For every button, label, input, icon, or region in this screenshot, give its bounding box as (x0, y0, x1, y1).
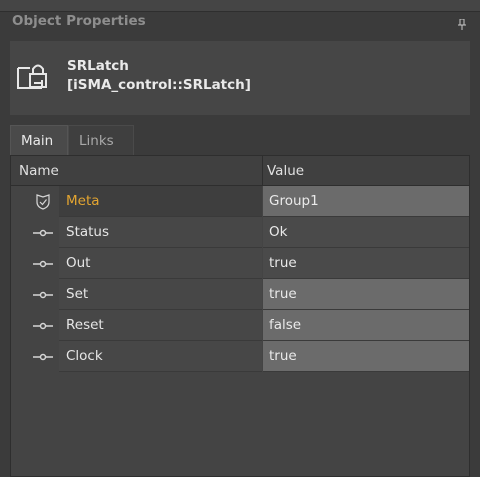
name-cell (59, 279, 262, 310)
object-type: [iSMA_control::SRLatch] (67, 77, 251, 93)
property-row-reset[interactable]: Reset false (11, 310, 469, 341)
property-value[interactable]: false (269, 317, 301, 333)
slot-link-icon (31, 225, 55, 241)
locked-component-icon (16, 56, 56, 98)
object-name: SRLatch (67, 58, 129, 74)
property-label: Status (66, 224, 110, 240)
panel-titlebar (0, 0, 480, 12)
property-row-set[interactable]: Set true (11, 279, 469, 310)
property-label: Reset (66, 317, 104, 333)
grid-header: Name Value (11, 156, 469, 186)
slot-link-icon (31, 318, 55, 334)
property-value: Ok (269, 224, 288, 240)
object-properties-panel: Object Properties SRLatch [iSMA_control:… (0, 0, 480, 477)
panel-title: Object Properties (12, 13, 146, 29)
property-row-status[interactable]: Status Ok (11, 217, 469, 248)
slot-link-icon (31, 349, 55, 365)
property-label: Out (66, 255, 91, 271)
slot-link-icon (31, 287, 55, 303)
property-value[interactable]: Group1 (269, 193, 319, 209)
slot-link-icon (31, 256, 55, 272)
property-value[interactable]: true (269, 348, 297, 364)
property-label: Clock (66, 348, 103, 364)
property-value[interactable]: true (269, 286, 297, 302)
property-value: true (269, 255, 297, 271)
pin-icon[interactable] (457, 16, 467, 30)
column-header-name[interactable]: Name (19, 163, 59, 179)
property-label: Set (66, 286, 89, 302)
property-row-out[interactable]: Out true (11, 248, 469, 279)
shield-check-icon (31, 194, 55, 210)
property-row-meta[interactable]: Meta Group1 (11, 186, 469, 217)
property-row-clock[interactable]: Clock true (11, 341, 469, 372)
column-header-value[interactable]: Value (267, 163, 304, 179)
property-label: Meta (66, 193, 100, 209)
tab-links[interactable]: Links (68, 125, 134, 155)
column-divider[interactable] (262, 156, 263, 185)
tab-main[interactable]: Main (10, 125, 68, 155)
property-grid: Name Value Meta Group1 Status Ok Out tru… (10, 155, 470, 477)
value-cell (263, 217, 469, 248)
